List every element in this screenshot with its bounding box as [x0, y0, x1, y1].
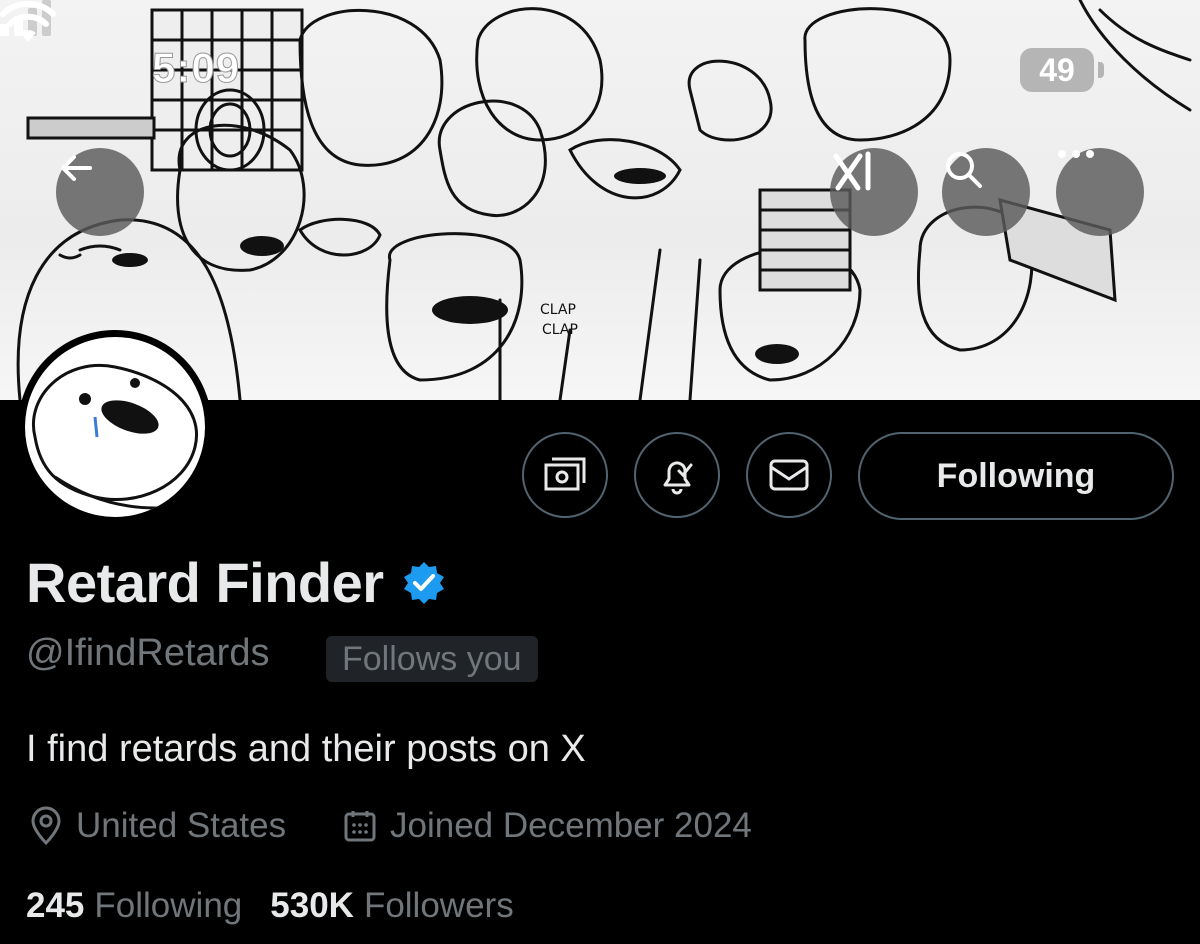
status-time: 5:09 [151, 44, 241, 92]
svg-text:CLAP: CLAP [540, 302, 576, 318]
profile-avatar[interactable] [18, 330, 212, 524]
profile-name-row: Retard Finder [26, 550, 448, 615]
wifi-icon [0, 0, 56, 42]
following-stat[interactable]: 245 Following [26, 886, 242, 926]
location-text: United States [76, 806, 287, 845]
location-pin-icon [31, 806, 61, 846]
battery-tip [1098, 62, 1104, 78]
back-arrow-icon [61, 155, 92, 181]
grok-icon [833, 151, 871, 191]
profile-location: United States [28, 806, 286, 846]
bell-check-icon [663, 461, 693, 495]
calendar-icon [344, 811, 376, 842]
message-button[interactable] [746, 432, 832, 518]
profile-banner[interactable]: CLAP CLAP 5:09 49 [0, 0, 1200, 400]
following-label: Following [94, 886, 243, 925]
avatar-image [25, 337, 205, 517]
battery-indicator: 49 [1020, 48, 1094, 92]
followers-stat[interactable]: 530K Followers [270, 886, 513, 926]
profile-name: Retard Finder [26, 551, 384, 614]
more-icon [1058, 150, 1094, 158]
profile-handle: @IfindRetards [26, 632, 270, 674]
following-count: 245 [26, 886, 85, 925]
more-button[interactable] [1056, 148, 1144, 236]
grok-button[interactable] [830, 148, 918, 236]
notifications-button[interactable] [634, 432, 720, 518]
back-button[interactable] [56, 148, 144, 236]
search-icon [946, 152, 982, 188]
following-button[interactable]: Following [858, 432, 1174, 520]
followers-label: Followers [363, 886, 514, 925]
money-icon [544, 457, 586, 491]
profile-joined: Joined December 2024 [342, 806, 752, 846]
joined-text: Joined December 2024 [390, 806, 752, 845]
verified-badge-icon[interactable] [400, 559, 448, 607]
followers-count: 530K [270, 886, 354, 925]
profile-stats: 245 Following 530K Followers [26, 886, 542, 926]
subscribe-button[interactable] [522, 432, 608, 518]
envelope-icon [769, 459, 809, 491]
profile-bio: I find retards and their posts on X [26, 728, 586, 770]
svg-text:CLAP: CLAP [542, 322, 578, 338]
search-button[interactable] [942, 148, 1030, 236]
follows-you-badge: Follows you [326, 636, 538, 682]
